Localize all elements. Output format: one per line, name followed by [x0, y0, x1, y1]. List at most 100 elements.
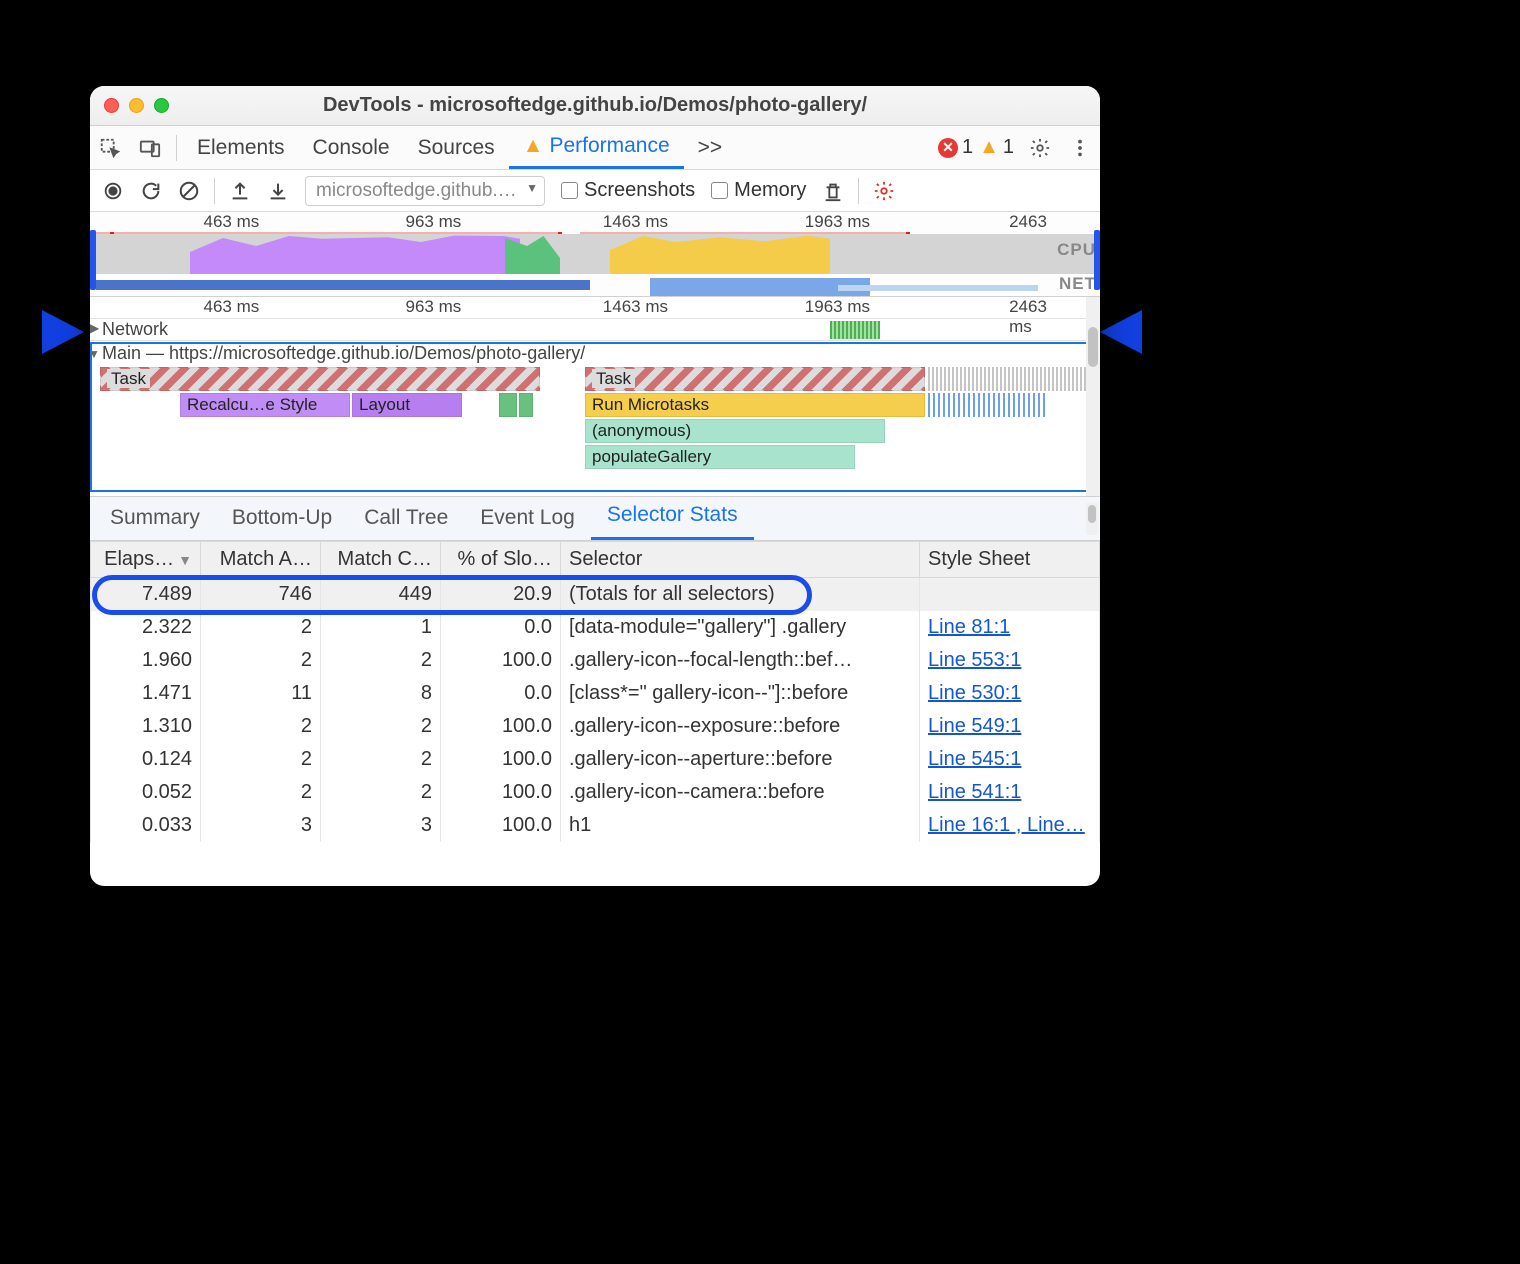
- subtab-selector-stats[interactable]: Selector Stats: [591, 495, 754, 540]
- cell-selector: h1: [561, 809, 920, 842]
- table-row[interactable]: 1.31022100.0.gallery-icon--exposure::bef…: [91, 710, 1100, 743]
- col-match-count[interactable]: Match C…: [321, 542, 441, 578]
- subtab-call-tree[interactable]: Call Tree: [348, 498, 464, 540]
- flame-recalc-style[interactable]: Recalcu…e Style: [180, 393, 350, 417]
- checkbox-icon: [711, 182, 728, 199]
- collect-garbage-icon[interactable]: [817, 175, 849, 207]
- screenshots-checkbox[interactable]: Screenshots: [561, 179, 695, 202]
- flame-anonymous[interactable]: (anonymous): [585, 419, 885, 443]
- overview-ticks: 463 ms 963 ms 1463 ms 1963 ms 2463 ms: [90, 212, 1100, 232]
- cell-match-count: 2: [321, 743, 441, 776]
- network-track[interactable]: Network: [90, 319, 1100, 341]
- titlebar: DevTools - microsoftedge.github.io/Demos…: [90, 86, 1100, 126]
- flame-populate-gallery[interactable]: populateGallery: [585, 445, 855, 469]
- net-label: NET: [1059, 274, 1096, 294]
- cell-selector: .gallery-icon--exposure::before: [561, 710, 920, 743]
- flamechart-scrollbar[interactable]: [1086, 297, 1100, 496]
- flame-paint[interactable]: [519, 393, 533, 417]
- tabs-overflow-button[interactable]: >>: [684, 126, 737, 169]
- checkbox-icon: [561, 182, 578, 199]
- tab-console[interactable]: Console: [299, 126, 404, 169]
- cpu-scripting: [610, 234, 830, 274]
- cell-selector: .gallery-icon--camera::before: [561, 776, 920, 809]
- cell-match-attempts: 3: [201, 809, 321, 842]
- cell-stylesheet-link[interactable]: Line 549:1: [920, 710, 1100, 743]
- cell-elapsed: 7.489: [91, 578, 201, 612]
- table-row[interactable]: 0.05222100.0.gallery-icon--camera::befor…: [91, 776, 1100, 809]
- col-match-attempts[interactable]: Match A…: [201, 542, 321, 578]
- cell-match-attempts: 2: [201, 644, 321, 677]
- cell-match-attempts: 2: [201, 611, 321, 644]
- table-row[interactable]: 1.4711180.0[class*=" gallery-icon--"]::b…: [91, 677, 1100, 710]
- capture-settings-icon[interactable]: [868, 175, 900, 207]
- table-row[interactable]: 0.03333100.0h1Line 16:1 , Line…: [91, 809, 1100, 842]
- performance-toolbar: microsoftedge.github.io ... Screenshots …: [90, 170, 1100, 212]
- cell-pct-slow: 100.0: [441, 644, 561, 677]
- tab-performance[interactable]: ▲ Performance: [509, 126, 684, 169]
- col-elapsed[interactable]: Elaps…▼: [91, 542, 201, 578]
- cell-pct-slow: 20.9: [441, 578, 561, 612]
- cell-match-count: 2: [321, 644, 441, 677]
- cell-selector: .gallery-icon--aperture::before: [561, 743, 920, 776]
- divider: [858, 178, 859, 204]
- cell-stylesheet-link[interactable]: Line 530:1: [920, 677, 1100, 710]
- table-row[interactable]: 7.48974644920.9(Totals for all selectors…: [91, 578, 1100, 612]
- warning-icon: ▲: [979, 136, 999, 159]
- cell-stylesheet-link[interactable]: Line 545:1: [920, 743, 1100, 776]
- col-selector[interactable]: Selector: [561, 542, 920, 578]
- flame-layout[interactable]: Layout: [352, 393, 462, 417]
- flame-microtasks[interactable]: Run Microtasks: [585, 393, 925, 417]
- cell-stylesheet-link[interactable]: Line 553:1: [920, 644, 1100, 677]
- flamechart-area[interactable]: 463 ms 963 ms 1463 ms 1963 ms 2463 ms Ne…: [90, 297, 1100, 497]
- flame-tiny[interactable]: [928, 393, 1048, 417]
- clear-icon[interactable]: [173, 175, 205, 207]
- memory-checkbox[interactable]: Memory: [711, 179, 806, 202]
- settings-icon[interactable]: [1024, 132, 1056, 164]
- warning-count[interactable]: ▲ 1: [979, 136, 1014, 159]
- overview-handle-left[interactable]: [90, 230, 96, 290]
- subtabs-scrollbar[interactable]: [1086, 503, 1098, 535]
- flame-paint[interactable]: [499, 393, 517, 417]
- inspect-element-icon[interactable]: [94, 132, 126, 164]
- net-activity: [96, 280, 590, 290]
- annotation-arrow-right: [1100, 310, 1142, 354]
- upload-icon[interactable]: [224, 175, 256, 207]
- cell-match-attempts: 746: [201, 578, 321, 612]
- recording-selector-dropdown[interactable]: microsoftedge.github.io ...: [305, 176, 545, 206]
- table-row[interactable]: 0.12422100.0.gallery-icon--aperture::bef…: [91, 743, 1100, 776]
- overview-handle-right[interactable]: [1094, 230, 1100, 290]
- flame-tiny-tasks[interactable]: [928, 367, 1088, 391]
- annotation-arrow-left: [42, 310, 84, 354]
- main-tabstrip: Elements Console Sources ▲ Performance >…: [90, 126, 1100, 170]
- more-icon[interactable]: [1064, 132, 1096, 164]
- main-track-header[interactable]: Main — https://microsoftedge.github.io/D…: [90, 343, 1100, 365]
- cell-selector: [class*=" gallery-icon--"]::before: [561, 677, 920, 710]
- cell-stylesheet-link[interactable]: Line 16:1 , Line…: [920, 809, 1100, 842]
- device-toolbar-icon[interactable]: [134, 132, 166, 164]
- error-count[interactable]: ✕ 1: [938, 136, 973, 159]
- table-row[interactable]: 2.322210.0[data-module="gallery"] .galle…: [91, 611, 1100, 644]
- download-icon[interactable]: [262, 175, 294, 207]
- cell-selector: (Totals for all selectors): [561, 578, 920, 612]
- tab-elements[interactable]: Elements: [183, 126, 299, 169]
- cell-match-attempts: 11: [201, 677, 321, 710]
- tab-sources[interactable]: Sources: [404, 126, 509, 169]
- flame-task[interactable]: Task: [100, 367, 540, 391]
- timeline-overview[interactable]: 463 ms 963 ms 1463 ms 1963 ms 2463 ms CP…: [90, 212, 1100, 297]
- record-icon[interactable]: [97, 175, 129, 207]
- cell-pct-slow: 0.0: [441, 611, 561, 644]
- cell-match-attempts: 2: [201, 776, 321, 809]
- subtab-bottom-up[interactable]: Bottom-Up: [216, 498, 348, 540]
- cell-elapsed: 1.471: [91, 677, 201, 710]
- subtab-event-log[interactable]: Event Log: [464, 498, 591, 540]
- col-stylesheet[interactable]: Style Sheet: [920, 542, 1100, 578]
- subtab-summary[interactable]: Summary: [94, 498, 216, 540]
- flame-task[interactable]: Task: [585, 367, 925, 391]
- network-request[interactable]: [830, 321, 880, 339]
- table-row[interactable]: 1.96022100.0.gallery-icon--focal-length:…: [91, 644, 1100, 677]
- cell-match-count: 3: [321, 809, 441, 842]
- col-pct-slow[interactable]: % of Slo…: [441, 542, 561, 578]
- reload-record-icon[interactable]: [135, 175, 167, 207]
- cell-stylesheet-link[interactable]: Line 81:1: [920, 611, 1100, 644]
- cell-stylesheet-link[interactable]: Line 541:1: [920, 776, 1100, 809]
